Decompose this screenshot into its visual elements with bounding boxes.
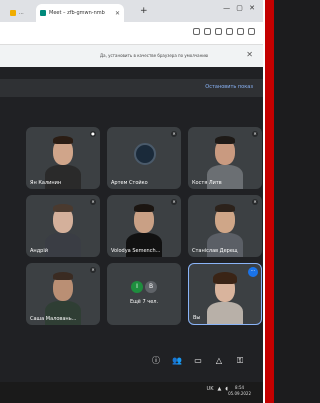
tab-favicon bbox=[10, 10, 16, 16]
browser-tab-1[interactable]: ... bbox=[6, 4, 34, 22]
participant-name: Ян Калинин bbox=[30, 180, 62, 186]
mic-muted-icon: ✕ bbox=[252, 199, 258, 205]
profile-icon[interactable] bbox=[248, 28, 255, 35]
self-tile[interactable]: ⋯ Вы bbox=[188, 263, 262, 325]
participant-name: Андрій bbox=[30, 248, 48, 254]
participant-name: Артем Стойко bbox=[111, 180, 148, 186]
people-icon[interactable]: 👥 bbox=[171, 355, 183, 367]
frame-border bbox=[265, 0, 274, 403]
more-options-icon[interactable]: ⋯ bbox=[248, 267, 258, 277]
participant-name: Костя Литв bbox=[192, 180, 222, 186]
mic-muted-icon: ✕ bbox=[171, 131, 177, 137]
address-bar[interactable] bbox=[0, 22, 263, 45]
presentation-bar: Остановить показ bbox=[0, 79, 263, 97]
participant-video bbox=[43, 133, 83, 189]
meet-controls: ⓘ 👥 ▭ △ ⚿ bbox=[150, 355, 246, 367]
network-icon[interactable]: ▲ bbox=[218, 386, 222, 392]
keyboard-language[interactable]: UK bbox=[207, 386, 214, 392]
participant-tile[interactable]: ✕ Андрій bbox=[26, 195, 100, 257]
default-browser-infobar: Да, установить в качестве браузера по ум… bbox=[0, 45, 263, 67]
more-participants-label: Ещё 7 чел. bbox=[129, 299, 159, 305]
participant-tile[interactable]: ● Ян Калинин bbox=[26, 127, 100, 189]
tab-label: ... bbox=[19, 10, 24, 16]
close-tab-icon[interactable]: ✕ bbox=[115, 10, 120, 17]
taskbar-clock[interactable]: 8:54 05.09.2022 bbox=[228, 385, 251, 397]
mic-muted-icon: ✕ bbox=[90, 199, 96, 205]
lock-icon[interactable]: ⚿ bbox=[234, 355, 246, 367]
participant-video bbox=[43, 269, 83, 325]
participant-tile[interactable]: ✕ Костя Литв bbox=[188, 127, 262, 189]
mic-icon: ● bbox=[90, 131, 96, 137]
clock-date: 05.09.2022 bbox=[228, 391, 251, 396]
participant-video bbox=[205, 201, 245, 257]
windows-taskbar: UK ▲ ◖ 8:54 05.09.2022 bbox=[0, 382, 263, 403]
mic-muted-icon: ✕ bbox=[171, 199, 177, 205]
collections-icon[interactable] bbox=[237, 28, 244, 35]
close-infobar-icon[interactable]: ✕ bbox=[246, 50, 253, 59]
info-icon[interactable]: ⓘ bbox=[150, 355, 162, 367]
tab-label: Meet – zfb-gmwn-nmb bbox=[49, 10, 105, 16]
activities-icon[interactable]: △ bbox=[213, 355, 225, 367]
camera-icon[interactable] bbox=[215, 28, 222, 35]
participant-tile[interactable]: ✕ Станіслав Дерещ bbox=[188, 195, 262, 257]
participant-video bbox=[124, 201, 164, 257]
star-icon[interactable] bbox=[226, 28, 233, 35]
participant-name: Станіслав Дерещ bbox=[192, 248, 238, 254]
meet-favicon-icon bbox=[40, 10, 46, 16]
extension-icon[interactable] bbox=[193, 28, 200, 35]
tab-search-icon[interactable] bbox=[204, 28, 211, 35]
participant-name: Саша Маловань... bbox=[30, 316, 77, 322]
participant-tile[interactable]: ✕ Volodya Semench... bbox=[107, 195, 181, 257]
address-bar-icons bbox=[193, 28, 255, 35]
chat-icon[interactable]: ▭ bbox=[192, 355, 204, 367]
avatar: І bbox=[131, 281, 143, 293]
avatar: В bbox=[145, 281, 157, 293]
participant-tile[interactable]: ✕ Саша Маловань... bbox=[26, 263, 100, 325]
mic-muted-icon: ✕ bbox=[90, 267, 96, 273]
participant-name: Volodya Semench... bbox=[111, 248, 161, 254]
default-browser-message[interactable]: Да, установить в качестве браузера по ум… bbox=[100, 53, 208, 58]
system-tray: UK ▲ ◖ bbox=[207, 386, 228, 392]
window-controls[interactable]: — ▢ ✕ bbox=[223, 4, 257, 12]
avatar bbox=[134, 143, 156, 165]
browser-tab-meet[interactable]: Meet – zfb-gmwn-nmb ✕ bbox=[36, 4, 124, 22]
stop-presenting-button[interactable]: Остановить показ bbox=[205, 84, 253, 90]
self-video bbox=[205, 270, 245, 324]
participant-video bbox=[43, 201, 83, 257]
participant-name: Вы bbox=[193, 315, 201, 321]
participant-video bbox=[205, 133, 245, 189]
browser-tab-bar: ... Meet – zfb-gmwn-nmb ✕ + — ▢ ✕ bbox=[0, 0, 263, 22]
meet-window: Остановить показ ● Ян Калинин ✕ Артем Ст… bbox=[0, 67, 263, 382]
participant-tile[interactable]: ✕ Артем Стойко bbox=[107, 127, 181, 189]
mic-muted-icon: ✕ bbox=[252, 131, 258, 137]
new-tab-button[interactable]: + bbox=[140, 6, 148, 16]
more-participants-tile[interactable]: І В Ещё 7 чел. bbox=[107, 263, 181, 325]
